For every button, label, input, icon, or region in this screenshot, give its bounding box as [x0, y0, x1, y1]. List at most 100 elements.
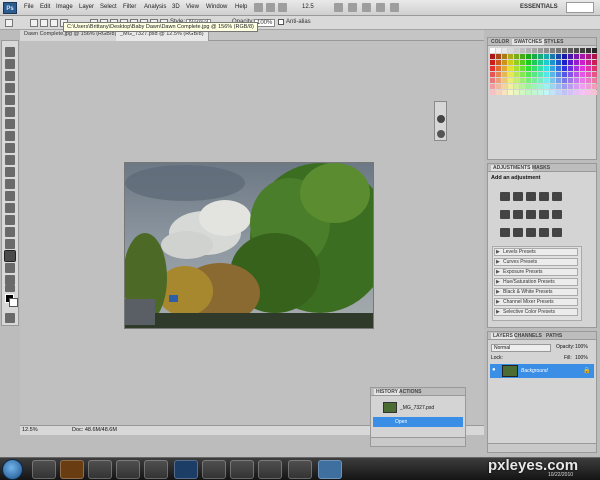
taskbar-media-icon[interactable] [144, 460, 168, 479]
swatch-cell[interactable] [550, 90, 555, 95]
swatch-cell[interactable] [556, 66, 561, 71]
eraser-tool-icon[interactable] [5, 167, 15, 177]
status-zoom[interactable]: 12.5% [22, 427, 38, 433]
swatch-cell[interactable] [586, 66, 591, 71]
swatch-cell[interactable] [508, 84, 513, 89]
invert-icon[interactable] [500, 228, 510, 237]
tab-history[interactable]: HISTORY [374, 389, 400, 395]
taskbar-windows-icon[interactable] [258, 460, 282, 479]
swatch-cell[interactable] [520, 84, 525, 89]
tab-styles[interactable]: STYLES [544, 39, 563, 45]
curves-icon[interactable] [526, 192, 536, 201]
swatch-cell[interactable] [550, 84, 555, 89]
swatch-cell[interactable] [574, 54, 579, 59]
swatch-cell[interactable] [520, 54, 525, 59]
taskbar-bridge-icon[interactable] [60, 460, 84, 479]
swatch-cell[interactable] [592, 90, 597, 95]
swatch-cell[interactable] [550, 60, 555, 65]
swatch-cell[interactable] [514, 78, 519, 83]
swatch-cell[interactable] [520, 78, 525, 83]
swatch-cell[interactable] [544, 84, 549, 89]
swatch-cell[interactable] [532, 72, 537, 77]
swatch-cell[interactable] [568, 84, 573, 89]
swatch-cell[interactable] [520, 48, 525, 53]
swatch-cell[interactable] [532, 48, 537, 53]
menu-select[interactable]: Select [100, 4, 117, 10]
tab-adjustments[interactable]: ADJUSTMENTS [491, 165, 533, 171]
swatch-cell[interactable] [574, 66, 579, 71]
swatch-cell[interactable] [550, 78, 555, 83]
start-button[interactable] [2, 459, 23, 480]
swatch-cell[interactable] [496, 78, 501, 83]
background-color-swatch[interactable] [9, 298, 18, 307]
dodge-tool-icon[interactable] [5, 203, 15, 213]
swatch-cell[interactable] [544, 90, 549, 95]
swatch-cell[interactable] [544, 78, 549, 83]
swatch-cell[interactable] [508, 78, 513, 83]
tab-actions[interactable]: ACTIONS [399, 389, 422, 395]
swatch-cell[interactable] [592, 60, 597, 65]
swatch-cell[interactable] [592, 66, 597, 71]
hue-saturation-icon[interactable] [500, 210, 510, 219]
view-extras-icon[interactable] [278, 3, 287, 12]
snapshot-name[interactable]: _MG_7327.psd [400, 405, 434, 411]
swatch-cell[interactable] [526, 78, 531, 83]
taskbar-snipping-icon[interactable] [288, 460, 312, 479]
swatch-cell[interactable] [568, 54, 573, 59]
tab-paths[interactable]: PATHS [546, 333, 562, 339]
bridge-icon[interactable] [254, 3, 263, 12]
swatch-cell[interactable] [580, 90, 585, 95]
history-brush-tool-icon[interactable] [5, 155, 15, 165]
swatch-cell[interactable] [556, 78, 561, 83]
photoshop-logo-icon[interactable]: Ps [3, 2, 17, 14]
taskbar-hp-icon[interactable] [32, 460, 56, 479]
swatch-cell[interactable] [508, 60, 513, 65]
swatch-cell[interactable] [544, 72, 549, 77]
tab-layers[interactable]: LAYERS [491, 333, 515, 339]
swatch-cell[interactable] [580, 60, 585, 65]
swatch-cell[interactable] [508, 90, 513, 95]
swatch-cell[interactable] [538, 78, 543, 83]
gradient-tool-icon[interactable] [5, 179, 15, 189]
swatch-cell[interactable] [556, 54, 561, 59]
swatch-cell[interactable] [556, 90, 561, 95]
swatch-cell[interactable] [562, 48, 567, 53]
snapshot-thumbnail[interactable] [383, 402, 397, 413]
brush-tool-icon[interactable] [5, 131, 15, 141]
fill-value[interactable]: 100% [575, 355, 588, 361]
history-state-open[interactable]: Open [373, 417, 463, 427]
taskbar-explorer-icon[interactable] [88, 460, 112, 479]
swatch-cell[interactable] [592, 72, 597, 77]
add-selection-icon[interactable] [40, 19, 48, 27]
swatch-cell[interactable] [490, 60, 495, 65]
swatch-cell[interactable] [520, 60, 525, 65]
quick-selection-tool-icon[interactable] [5, 83, 15, 93]
swatch-cell[interactable] [514, 90, 519, 95]
swatch-cell[interactable] [508, 72, 513, 77]
swatch-cell[interactable] [538, 84, 543, 89]
preset-selective-color[interactable]: ▶ Selective Color Presets [494, 308, 578, 316]
lasso-tool-icon[interactable] [5, 71, 15, 81]
swatch-cell[interactable] [526, 72, 531, 77]
swatch-cell[interactable] [550, 72, 555, 77]
swatch-cell[interactable] [574, 78, 579, 83]
rectangle-tool-icon[interactable] [4, 250, 16, 262]
swatch-cell[interactable] [502, 66, 507, 71]
healing-brush-tool-icon[interactable] [5, 119, 15, 129]
swatch-cell[interactable] [586, 90, 591, 95]
swatch-cell[interactable] [562, 66, 567, 71]
swatch-cell[interactable] [568, 66, 573, 71]
swatch-cell[interactable] [574, 72, 579, 77]
swatch-cell[interactable] [550, 48, 555, 53]
swatch-cell[interactable] [544, 60, 549, 65]
blend-mode-dropdown[interactable]: Normal [491, 344, 551, 352]
swatch-cell[interactable] [544, 54, 549, 59]
color-balance-icon[interactable] [513, 210, 523, 219]
zoom-level[interactable]: 12.5 [302, 4, 314, 10]
swatch-cell[interactable] [520, 66, 525, 71]
swatch-cell[interactable] [538, 72, 543, 77]
swatch-cell[interactable] [556, 48, 561, 53]
swatch-cell[interactable] [514, 54, 519, 59]
swatch-cell[interactable] [550, 54, 555, 59]
pen-tool-icon[interactable] [5, 215, 15, 225]
